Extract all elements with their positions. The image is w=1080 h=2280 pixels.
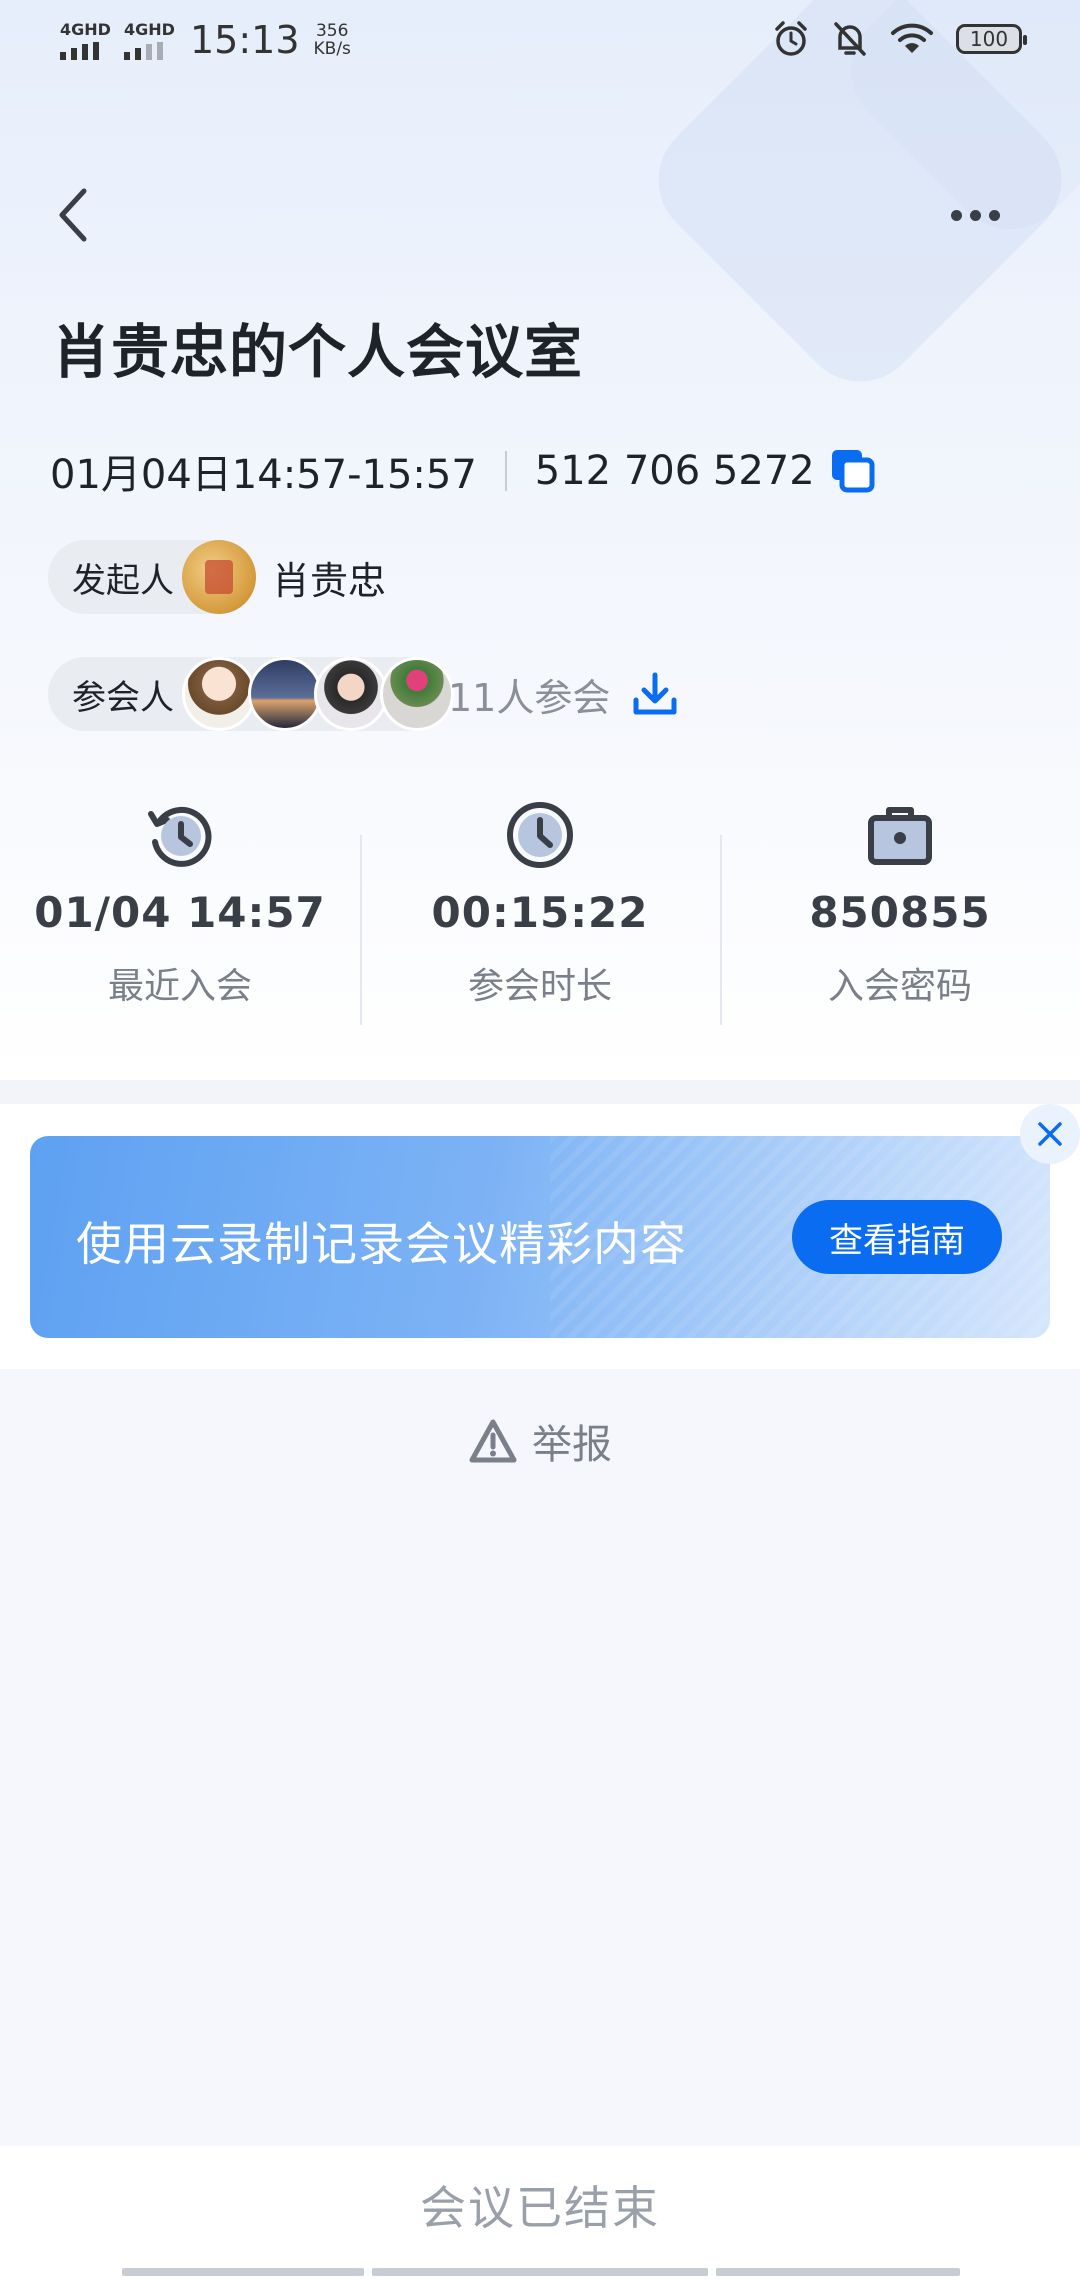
report-button[interactable]: 举报	[0, 1412, 1080, 1470]
signal-icon: 4GHD	[122, 20, 175, 60]
promo-card: 使用云录制记录会议精彩内容 查看指南	[0, 1104, 1080, 1369]
stat-value: 850855	[809, 888, 991, 937]
status-time: 15:13	[190, 18, 300, 62]
avatar	[182, 540, 256, 614]
stat-last-join: 01/04 14:57 最近入会	[0, 790, 360, 1030]
avatar	[380, 657, 454, 731]
alarm-icon	[775, 21, 807, 56]
lock-bag-icon	[868, 807, 932, 865]
nav-indicator	[122, 2268, 364, 2276]
wifi-icon	[891, 23, 933, 53]
divider	[504, 451, 507, 491]
host-name[interactable]: 肖贵忠	[272, 550, 386, 605]
more-options-icon[interactable]	[940, 195, 1010, 235]
stat-label: 最近入会	[107, 966, 252, 1007]
signal-icon: 4GHD	[58, 20, 111, 60]
report-label: 举报	[532, 1422, 612, 1468]
meeting-info-row: 01月04日14:57-15:57 512 706 5272	[50, 442, 877, 500]
banner-text: 使用云录制记录会议精彩内容	[76, 1217, 687, 1271]
download-icon[interactable]	[630, 670, 680, 720]
stats-row: 01/04 14:57 最近入会 00:15:22 参会时长 850855 入会…	[0, 790, 1080, 1030]
meeting-ended-status: 会议已结束	[420, 2181, 660, 2235]
avatar	[314, 657, 388, 731]
section-divider	[0, 1080, 1080, 1104]
view-guide-button[interactable]: 查看指南	[792, 1200, 1002, 1274]
warning-icon	[469, 1419, 517, 1463]
clock-icon	[507, 802, 573, 868]
history-clock-icon	[148, 806, 212, 867]
back-icon[interactable]	[50, 185, 100, 245]
avatar	[248, 657, 322, 731]
copy-icon[interactable]	[829, 447, 877, 495]
host-label: 发起人	[72, 560, 174, 601]
meeting-time: 01月04日14:57-15:57	[50, 452, 477, 498]
stat-label: 参会时长	[467, 966, 612, 1007]
meeting-id: 512 706 5272	[534, 448, 815, 494]
battery-icon: 100	[956, 24, 1027, 54]
page-title: 肖贵忠的个人会议室	[52, 318, 584, 386]
stat-password[interactable]: 850855 入会密码	[720, 790, 1080, 1030]
mute-bell-icon	[834, 22, 866, 56]
status-bar: 4GHD 4GHD 15:13 356 KB/s 100	[0, 0, 1080, 90]
stat-duration: 00:15:22 参会时长	[360, 790, 720, 1030]
stat-value: 00:15:22	[431, 888, 649, 937]
host-chip[interactable]: 发起人	[48, 540, 256, 614]
cloud-record-banner[interactable]: 使用云录制记录会议精彩内容 查看指南	[30, 1136, 1050, 1338]
nav-indicator	[372, 2268, 708, 2276]
close-icon[interactable]	[1020, 1104, 1080, 1164]
bottom-bar: 会议已结束	[0, 2146, 1080, 2280]
participants-label: 参会人	[72, 677, 174, 718]
stat-label: 入会密码	[827, 966, 972, 1007]
avatar	[182, 657, 256, 731]
participants-count[interactable]: 11人参会	[448, 667, 610, 722]
stat-value: 01/04 14:57	[34, 888, 326, 937]
nav-indicator	[716, 2268, 960, 2276]
network-speed: 356 KB/s	[313, 21, 351, 59]
participants-chip[interactable]: 参会人	[48, 657, 454, 731]
